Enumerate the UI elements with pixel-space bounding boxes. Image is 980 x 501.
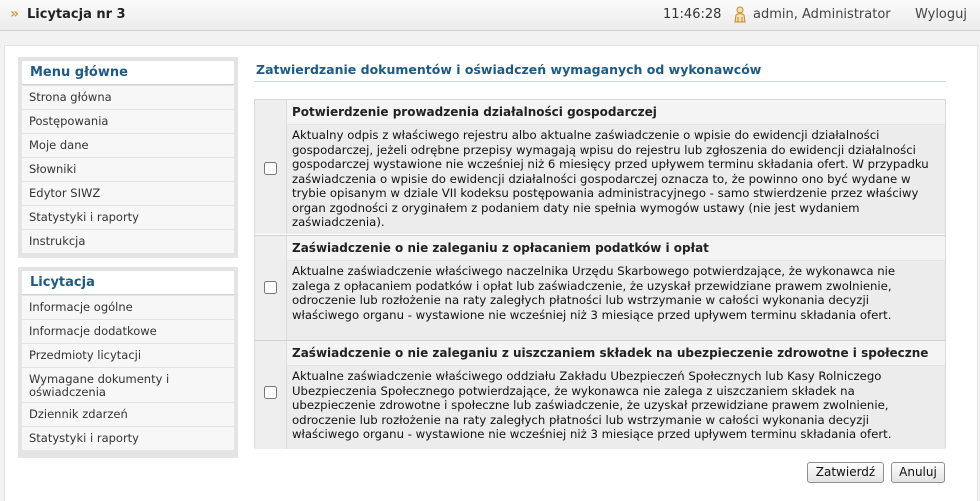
current-user: admin, Administrator (753, 7, 891, 22)
auction-menu: Licytacja Informacje ogólne Informacje d… (18, 267, 238, 458)
menu-item-event-log[interactable]: Dziennik zdarzeń (22, 402, 234, 426)
top-bar: » Licytacja nr 3 11:46:28 admin, Adminis… (0, 0, 980, 31)
confirm-button[interactable]: Zatwierdź (807, 462, 884, 483)
document-checkbox[interactable] (264, 386, 277, 399)
menu-item-siwz-editor[interactable]: Edytor SIWZ (22, 181, 234, 205)
menu-item-auction-statistics[interactable]: Statystyki i raporty (22, 426, 234, 450)
document-heading: Zaświadczenie o nie zaleganiu z opłacani… (287, 236, 945, 261)
document-description: Aktualne zaświadczenie właściwego oddzia… (287, 366, 945, 449)
menu-item-statistics[interactable]: Statystyki i raporty (22, 205, 234, 229)
menu-item-dictionaries[interactable]: Słowniki (22, 157, 234, 181)
document-description: Aktualne zaświadczenie właściwego naczel… (287, 261, 945, 340)
menu-item-additional-info[interactable]: Informacje dodatkowe (22, 319, 234, 343)
document-description: Aktualny odpis z właściwego rejestru alb… (287, 125, 945, 234)
document-row: Potwierdzenie prowadzenia działalności g… (255, 100, 945, 234)
checkbox-cell (255, 341, 287, 449)
menu-item-instructions[interactable]: Instrukcja (22, 229, 234, 253)
document-row: Zaświadczenie o nie zaleganiu z uiszczan… (255, 340, 945, 449)
documents-table: Potwierdzenie prowadzenia działalności g… (254, 99, 946, 449)
document-checkbox[interactable] (264, 281, 277, 294)
main-menu-title: Menu główne (22, 61, 234, 85)
document-heading: Zaświadczenie o nie zaleganiu z uiszczan… (287, 341, 945, 366)
menu-item-auction-subjects[interactable]: Przedmioty licytacji (22, 343, 234, 367)
checkbox-cell (255, 236, 287, 340)
checkbox-cell (255, 100, 287, 234)
title-divider (254, 81, 946, 82)
user-icon (733, 6, 747, 23)
breadcrumb-arrow-icon: » (10, 6, 20, 22)
logout-link[interactable]: Wyloguj (915, 7, 967, 22)
main-menu: Menu główne Strona główna Postępowania M… (18, 57, 238, 258)
auction-menu-title: Licytacja (22, 271, 234, 295)
document-heading: Potwierdzenie prowadzenia działalności g… (287, 100, 945, 125)
content-title: Zatwierdzanie dokumentów i oświadczeń wy… (256, 62, 762, 77)
menu-item-required-documents[interactable]: Wymagane dokumenty i oświadczenia (22, 367, 234, 402)
menu-item-general-info[interactable]: Informacje ogólne (22, 295, 234, 319)
menu-item-proceedings[interactable]: Postępowania (22, 109, 234, 133)
document-row: Zaświadczenie o nie zaleganiu z opłacani… (255, 235, 945, 340)
cancel-button[interactable]: Anuluj (891, 462, 945, 483)
page-title: Licytacja nr 3 (27, 7, 126, 22)
menu-item-home[interactable]: Strona główna (22, 85, 234, 109)
clock: 11:46:28 (663, 7, 722, 22)
document-checkbox[interactable] (264, 162, 277, 175)
menu-item-my-data[interactable]: Moje dane (22, 133, 234, 157)
